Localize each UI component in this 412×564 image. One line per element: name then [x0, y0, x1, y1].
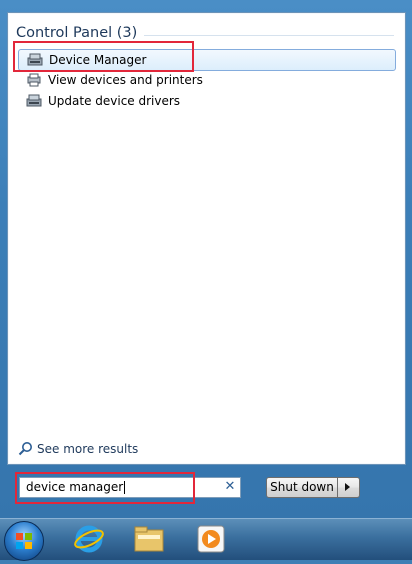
- group-divider: [144, 35, 394, 36]
- result-view-devices-and-printers[interactable]: View devices and printers: [18, 70, 394, 90]
- start-menu: Control Panel (3) Device Manager View de…: [0, 0, 412, 518]
- taskbar: [0, 518, 412, 561]
- device-manager-icon: [26, 93, 42, 109]
- see-more-label: See more results: [37, 441, 139, 456]
- result-label: View devices and printers: [48, 73, 203, 87]
- group-header[interactable]: Control Panel (3): [16, 25, 137, 41]
- devices-printers-icon: [26, 72, 42, 88]
- media-player-icon[interactable]: [194, 522, 228, 556]
- see-more-results-link[interactable]: See more results: [18, 441, 138, 456]
- shutdown-options-arrow-icon[interactable]: [338, 477, 360, 498]
- highlight-box-result: [13, 41, 194, 72]
- start-orb[interactable]: [4, 521, 44, 561]
- search-icon: [18, 441, 33, 456]
- internet-explorer-icon[interactable]: [72, 522, 106, 556]
- search-results-panel: Control Panel (3) Device Manager View de…: [7, 12, 406, 465]
- result-update-device-drivers[interactable]: Update device drivers: [18, 91, 394, 111]
- highlight-box-search: [15, 472, 195, 504]
- shutdown-button[interactable]: Shut down: [266, 477, 338, 498]
- result-label: Update device drivers: [48, 94, 181, 108]
- windows-explorer-icon[interactable]: [132, 522, 166, 556]
- close-icon[interactable]: ✕: [222, 479, 238, 495]
